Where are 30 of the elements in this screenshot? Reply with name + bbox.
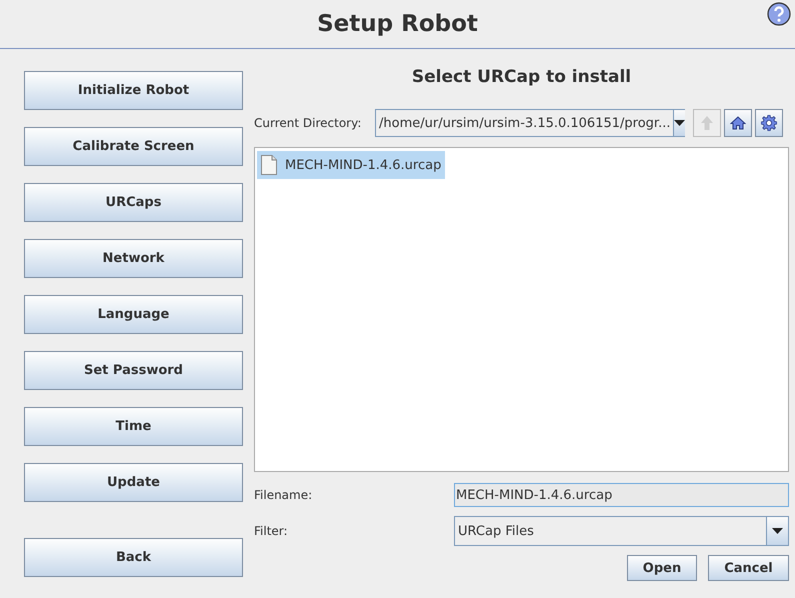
open-button[interactable]: Open [627, 555, 697, 581]
menu-button[interactable]: Network [24, 239, 243, 278]
menu-button[interactable]: Set Password [24, 351, 243, 390]
menu-button[interactable]: Language [24, 295, 243, 334]
window-title: Setup Robot [317, 11, 478, 37]
file-icon [261, 155, 277, 175]
up-arrow-icon [701, 116, 713, 130]
caret-icon [772, 528, 783, 534]
filename-label: Filename: [254, 488, 314, 502]
gear-icon [761, 115, 777, 131]
filename-field[interactable]: MECH-MIND-1.4.6.urcap [454, 483, 789, 507]
menu-button[interactable]: Calibrate Screen [24, 127, 243, 166]
filter-label: Filter: [254, 524, 289, 538]
dialog-title: Select URCap to install [410, 67, 632, 87]
directory-dropdown[interactable]: /home/ur/ursim/ursim-3.15.0.106151/progr... [375, 109, 685, 137]
file-item[interactable]: MECH-MIND-1.4.6.urcap [257, 151, 446, 179]
help-icon[interactable] [767, 2, 791, 26]
settings-button[interactable] [755, 109, 783, 137]
menu-button[interactable]: URCaps [24, 183, 243, 222]
home-icon [730, 116, 746, 130]
filter-dropdown[interactable]: URCap Files [454, 516, 789, 546]
back-button[interactable]: Back [24, 538, 243, 577]
caret-icon [674, 120, 686, 126]
home-button[interactable] [724, 109, 752, 137]
cancel-button[interactable]: Cancel [708, 555, 789, 581]
menu-button[interactable]: Time [24, 407, 243, 446]
menu-button[interactable]: Initialize Robot [24, 71, 243, 110]
directory-label: Current Directory: [254, 116, 362, 130]
menu-button[interactable]: Update [24, 463, 243, 502]
file-list[interactable]: MECH-MIND-1.4.6.urcap [254, 147, 789, 472]
